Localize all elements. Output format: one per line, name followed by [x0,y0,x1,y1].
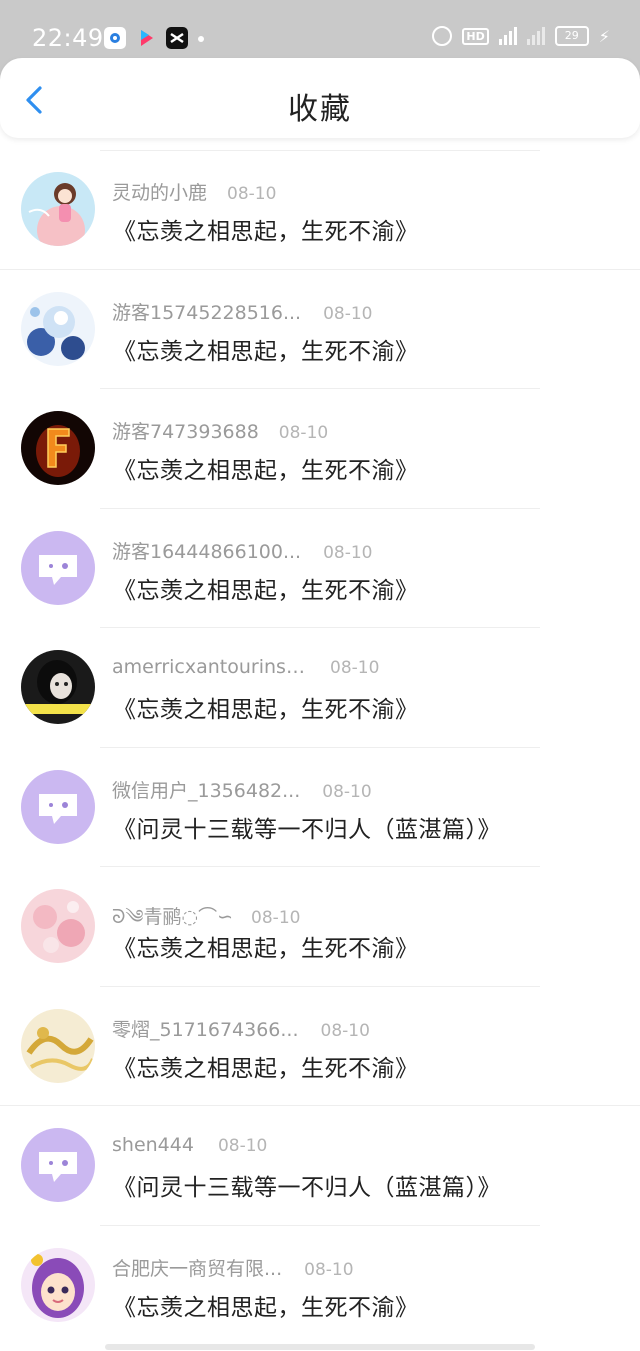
default-chat-avatar-icon [21,530,95,605]
date: 08-10 [217,1136,268,1156]
avatar [21,1008,95,1083]
favorites-list: 灵动的小鹿 08-10 《忘羡之相思起，生死不渝》 游客15745228516.… [0,150,640,1345]
default-chat-avatar-icon [21,769,95,844]
story-title: 《忘羡之相思起，生死不渝》 [113,338,419,365]
decor-left-icon: ᘐ༄ [112,906,144,928]
username: 游客747393688 [112,421,259,443]
date: 08-10 [322,781,372,802]
story-title: 《忘羡之相思起，生死不渝》 [113,577,419,604]
story-title: 《忘羡之相思起，生死不渝》 [113,458,419,484]
hd-icon: HD [462,27,489,45]
date: 08-10 [304,1259,354,1280]
decor-right-icon: ◌⌒∽ [181,906,234,928]
story-title: 《忘羡之相思起，生死不渝》 [113,936,419,962]
list-item[interactable]: 游客747393688 08-10 《忘羡之相思起，生死不渝》 [0,389,640,509]
story-title: 《忘羡之相思起，生死不渝》 [113,697,419,723]
date: 08-10 [227,184,277,204]
list-item[interactable]: 零熠_5171674366... 08-10 《忘羡之相思起，生死不渝》 [0,987,640,1106]
list-item[interactable]: 合肥庆一商贸有限... 08-10 《忘羡之相思起，生死不渝》 [0,1226,640,1346]
battery-icon: 29 [554,26,589,46]
signal-icon [498,27,517,45]
youku-app-icon [136,27,158,49]
avatar [21,1128,95,1202]
gold-dragon-avatar-icon [21,1008,95,1083]
browser-app-icon [104,27,126,49]
capcut-app-icon [166,27,188,49]
list-item[interactable]: 微信用户_1356482... 08-10 《问灵十三载等一不归人（蓝湛篇）》 [0,748,640,867]
avatar [21,650,95,724]
username-text: 青鹂 [143,906,182,928]
charging-icon: ⚡ [598,26,610,46]
avatar [21,411,95,485]
avatar [21,1247,95,1322]
item-meta: amerricxantourinster 08-10 [112,656,379,678]
list-item[interactable]: 灵动的小鹿 08-10 《忘羡之相思起，生死不渝》 [0,150,640,270]
list-item[interactable]: 游客16444866100... 08-10 《忘羡之相思起，生死不渝》 [0,509,640,628]
default-chat-avatar-icon [21,1128,95,1202]
item-meta: 游客747393688 08-10 [112,417,328,444]
username: amerricxantourinster [112,656,312,678]
date: 08-10 [251,908,301,928]
item-meta: 游客16444866100... 08-10 [112,537,373,564]
photo-avatar-icon [21,650,95,724]
avatar [21,172,95,246]
date: 08-10 [330,658,380,678]
anime-girl-avatar-icon [21,172,95,246]
page-title: 收藏 [288,92,352,127]
alarm-icon [432,26,453,46]
avatar [21,769,95,844]
username: 微信用户_1356482... [112,779,301,802]
pink-flower-avatar-icon [21,889,95,963]
story-title: 《问灵十三载等一不归人（蓝湛篇）》 [113,816,501,843]
date: 08-10 [323,542,373,563]
cartoon-girl-avatar-icon [21,1247,95,1322]
avatar [21,530,95,605]
notification-dot-icon [198,36,204,42]
blue-flower-avatar-icon [21,291,95,366]
list-item[interactable]: 游客15745228516... 08-10 《忘羡之相思起，生死不渝》 [0,270,640,389]
list-item[interactable]: shen444 08-10 《问灵十三载等一不归人（蓝湛篇）》 [0,1106,640,1226]
date: 08-10 [278,423,329,443]
status-time: 22:49 [32,24,104,52]
avatar [21,291,95,366]
item-meta: 游客15745228516... 08-10 [112,298,373,325]
item-meta: 零熠_5171674366... 08-10 [112,1015,370,1042]
avatar [21,889,95,963]
scroll-indicator [105,1344,535,1350]
item-meta: 灵动的小鹿 08-10 [112,178,276,205]
status-indicators: HD 29 ⚡ [432,26,610,46]
username: 合肥庆一商贸有限... [112,1257,283,1280]
item-meta: 合肥庆一商贸有限... 08-10 [112,1254,354,1281]
username: 游客16444866100... [112,540,302,563]
username: shen444 [112,1134,194,1156]
item-meta: 微信用户_1356482... 08-10 [112,776,372,803]
list-item[interactable]: ᘐ༄青鹂◌⌒∽ 08-10 《忘羡之相思起，生死不渝》 [0,867,640,987]
username: 游客15745228516... [112,301,302,324]
date: 08-10 [320,1020,370,1041]
username: 灵动的小鹿 [112,182,208,204]
date: 08-10 [323,303,373,324]
username: 零熠_5171674366... [112,1018,299,1041]
list-item[interactable]: amerricxantourinster 08-10 《忘羡之相思起，生死不渝》 [0,628,640,748]
story-title: 《忘羡之相思起，生死不渝》 [113,219,419,245]
story-title: 《问灵十三载等一不归人（蓝湛篇）》 [113,1175,501,1201]
signal-2-icon [526,27,545,45]
story-title: 《忘羡之相思起，生死不渝》 [113,1294,419,1321]
item-meta: shen444 08-10 [112,1134,267,1156]
header: 收藏 [0,58,640,138]
fire-letter-avatar-icon [21,411,95,485]
story-title: 《忘羡之相思起，生死不渝》 [113,1055,419,1082]
